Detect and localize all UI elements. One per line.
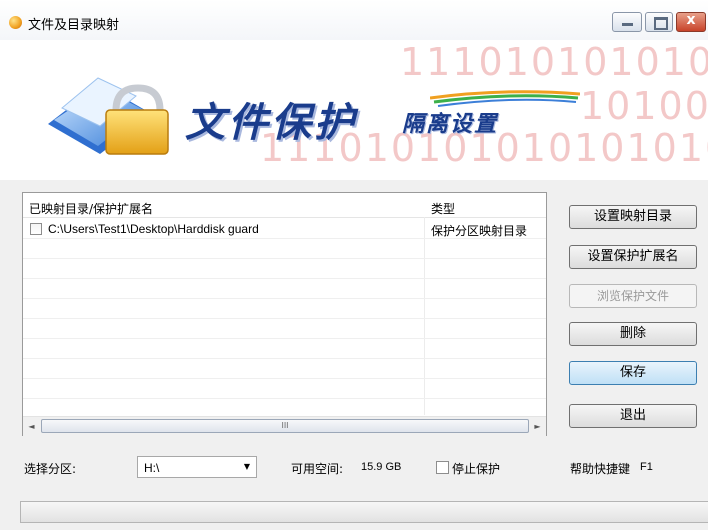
swoosh-decoration — [430, 90, 580, 107]
empty-row — [23, 319, 546, 339]
empty-row — [23, 339, 546, 359]
list-header: 已映射目录/保护扩展名 类型 — [23, 193, 546, 218]
row-type: 保护分区映射目录 — [431, 224, 528, 238]
close-icon: x — [686, 12, 696, 28]
maximize-icon — [654, 17, 668, 30]
scroll-thumb[interactable]: III — [41, 419, 529, 433]
close-button[interactable]: x — [676, 12, 706, 32]
empty-row — [23, 379, 546, 399]
stop-protect-label[interactable]: 停止保护 — [452, 460, 500, 477]
window-title: 文件及目录映射 — [28, 18, 120, 33]
browse-protected-button[interactable]: 浏览保护文件 — [569, 284, 697, 308]
row-checkbox[interactable] — [30, 223, 42, 235]
empty-row — [23, 299, 546, 319]
horizontal-scrollbar[interactable]: ◄ III ► — [23, 416, 546, 436]
partition-value: H:\ — [144, 461, 160, 475]
delete-button[interactable]: 删除 — [569, 322, 697, 346]
folder-lock-icon — [48, 77, 169, 155]
row-path: C:\Users\Test1\Desktop\Harddisk guard — [48, 222, 259, 236]
app-window: 文件及目录映射 x 1110101010101 10100 1110101010… — [0, 0, 708, 530]
banner: 1110101010101 10100 1110101010101010100 … — [0, 40, 708, 180]
mapping-list[interactable]: 已映射目录/保护扩展名 类型 C:\Users\Test1\Desktop\Ha… — [22, 192, 547, 436]
banner-subtitle: 隔离设置 — [402, 111, 499, 137]
empty-row — [23, 259, 546, 279]
help-shortcut-label: 帮助快捷键 — [570, 462, 631, 476]
empty-row — [23, 279, 546, 299]
free-space-label: 可用空间: — [291, 462, 344, 476]
empty-row — [23, 239, 546, 259]
column-header-name[interactable]: 已映射目录/保护扩展名 — [29, 200, 153, 217]
banner-title: 文件保护 — [185, 99, 357, 146]
title-bar: 文件及目录映射 x — [0, 0, 708, 40]
save-button[interactable]: 保存 — [569, 361, 697, 385]
set-protect-ext-button[interactable]: 设置保护扩展名 — [569, 245, 697, 269]
scroll-right-icon[interactable]: ► — [529, 417, 546, 436]
status-bar — [20, 501, 708, 523]
binary-watermark-top: 1110101010101 — [400, 40, 708, 84]
partition-label: 选择分区: — [24, 462, 77, 476]
empty-row — [23, 359, 546, 379]
stop-protect-checkbox[interactable] — [436, 461, 449, 474]
scroll-left-icon[interactable]: ◄ — [23, 417, 40, 436]
set-mapping-dir-button[interactable]: 设置映射目录 — [569, 205, 697, 229]
minimize-icon — [622, 23, 633, 26]
free-space-value: 15.9 GB — [361, 461, 402, 473]
binary-watermark-mid: 10100 — [580, 84, 708, 128]
column-header-type[interactable]: 类型 — [431, 200, 455, 217]
maximize-button[interactable] — [645, 12, 673, 32]
help-shortcut-key: F1 — [640, 461, 653, 473]
list-row[interactable]: C:\Users\Test1\Desktop\Harddisk guard 保护… — [23, 219, 546, 239]
exit-button[interactable]: 退出 — [569, 404, 697, 428]
chevron-down-icon: ▼ — [243, 462, 250, 471]
app-icon — [9, 16, 22, 29]
minimize-button[interactable] — [612, 12, 642, 32]
partition-select[interactable]: H:\ ▼ — [137, 456, 257, 478]
